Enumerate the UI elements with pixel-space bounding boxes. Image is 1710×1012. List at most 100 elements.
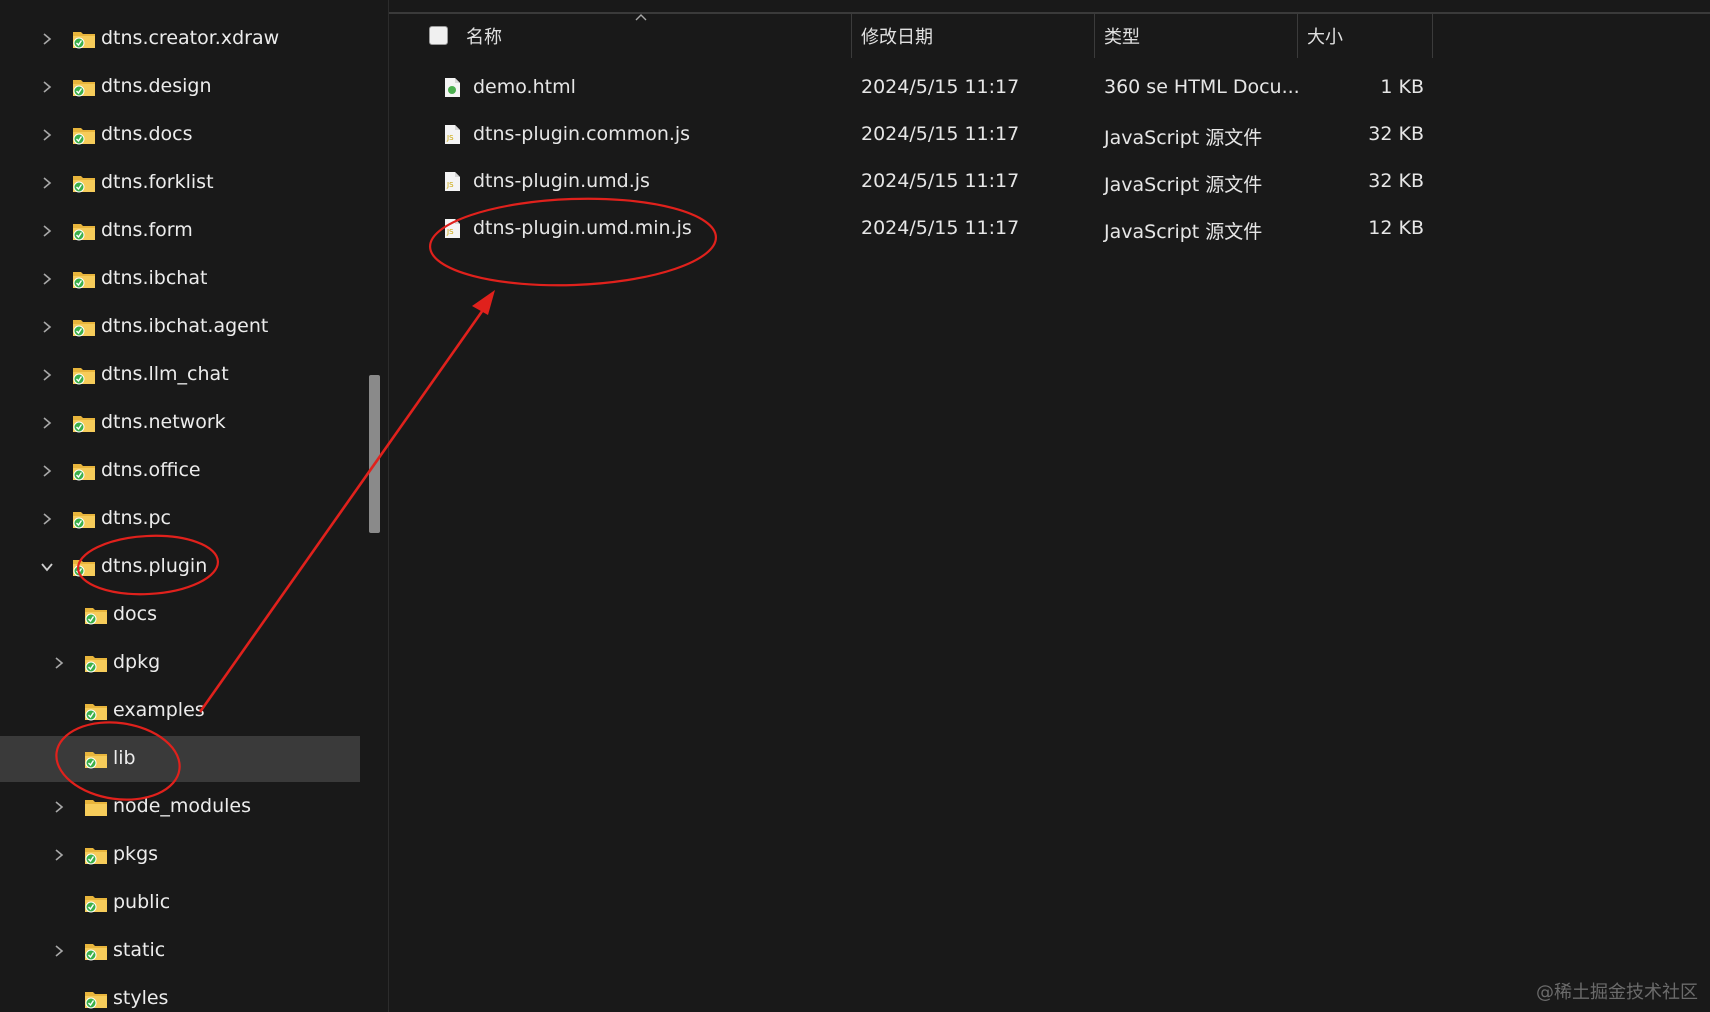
select-all-checkbox[interactable] bbox=[429, 26, 448, 45]
sidebar-item-label: dtns.ibchat bbox=[101, 267, 208, 289]
sidebar-item-dtns-form[interactable]: dtns.form bbox=[0, 208, 360, 254]
chevron-right-icon[interactable] bbox=[37, 77, 57, 97]
sidebar-item-public[interactable]: public bbox=[0, 880, 360, 926]
synced-folder-icon bbox=[72, 365, 96, 385]
file-row[interactable]: JS dtns-plugin.umd.min.js 2024/5/15 11:17 J… bbox=[389, 206, 1439, 253]
sidebar-item-label: dtns.docs bbox=[101, 123, 193, 145]
chevron-right-icon[interactable] bbox=[49, 653, 69, 673]
file-size: 32 KB bbox=[1368, 170, 1424, 192]
sidebar-item-label: dtns.llm_chat bbox=[101, 363, 229, 385]
chevron-right-icon[interactable] bbox=[37, 317, 57, 337]
file-size: 1 KB bbox=[1380, 76, 1424, 98]
chevron-right-icon[interactable] bbox=[49, 941, 69, 961]
column-separator[interactable] bbox=[1297, 14, 1298, 58]
sidebar-item-dtns-plugin[interactable]: dtns.plugin bbox=[0, 544, 360, 590]
synced-folder-icon bbox=[72, 77, 96, 97]
sidebar-item-static[interactable]: static bbox=[0, 928, 360, 974]
sidebar-item-label: pkgs bbox=[113, 843, 159, 865]
column-header-type[interactable]: 类型 bbox=[1104, 14, 1140, 58]
file-name: dtns-plugin.common.js bbox=[473, 123, 691, 145]
synced-folder-icon bbox=[84, 989, 108, 1009]
chevron-right-icon[interactable] bbox=[49, 845, 69, 865]
sidebar-item-dtns-ibchat-agent[interactable]: dtns.ibchat.agent bbox=[0, 304, 360, 350]
column-header-name[interactable]: 名称 bbox=[466, 14, 502, 58]
svg-text:JS: JS bbox=[446, 228, 454, 236]
synced-folder-icon bbox=[72, 317, 96, 337]
sidebar-item-label: dtns.ibchat.agent bbox=[101, 315, 269, 337]
column-header-size-label: 大小 bbox=[1307, 27, 1343, 48]
chevron-right-icon[interactable] bbox=[37, 413, 57, 433]
synced-folder-icon bbox=[84, 653, 108, 673]
sidebar-item-dtns-pc[interactable]: dtns.pc bbox=[0, 496, 360, 542]
sidebar-item-dtns-forklist[interactable]: dtns.forklist bbox=[0, 160, 360, 206]
sidebar-item-dtns-llm-chat[interactable]: dtns.llm_chat bbox=[0, 352, 360, 398]
sidebar-item-label: dtns.forklist bbox=[101, 171, 214, 193]
file-modified-date: 2024/5/15 11:17 bbox=[861, 123, 1020, 145]
synced-folder-icon bbox=[84, 893, 108, 913]
sidebar-item-dtns-docs[interactable]: dtns.docs bbox=[0, 112, 360, 158]
sidebar-item-docs[interactable]: docs bbox=[0, 592, 360, 638]
sidebar-item-label: styles bbox=[113, 987, 169, 1009]
column-header-date[interactable]: 修改日期 bbox=[861, 14, 933, 58]
column-separator[interactable] bbox=[1094, 14, 1095, 58]
sidebar-item-lib[interactable]: lib bbox=[0, 736, 360, 782]
sidebar-item-label: dpkg bbox=[113, 651, 161, 673]
synced-folder-icon bbox=[72, 125, 96, 145]
sidebar-item-label: dtns.network bbox=[101, 411, 226, 433]
synced-folder-icon bbox=[84, 605, 108, 625]
sidebar-item-label: dtns.form bbox=[101, 219, 193, 241]
sidebar-item-dtns-office[interactable]: dtns.office bbox=[0, 448, 360, 494]
sidebar-item-pkgs[interactable]: pkgs bbox=[0, 832, 360, 878]
sidebar-item-label: dtns.plugin bbox=[101, 555, 208, 577]
column-header-size[interactable]: 大小 bbox=[1307, 14, 1343, 58]
navigation-pane: dtns.creator.xdraw dtns.design dtns.docs dt… bbox=[0, 0, 389, 1012]
sidebar-item-label: examples bbox=[113, 699, 205, 721]
sidebar-item-dpkg[interactable]: dpkg bbox=[0, 640, 360, 686]
file-type: JavaScript 源文件 bbox=[1104, 221, 1263, 243]
chevron-right-icon[interactable] bbox=[37, 173, 57, 193]
file-name: dtns-plugin.umd.js bbox=[473, 170, 650, 192]
column-header-date-label: 修改日期 bbox=[861, 27, 933, 48]
sidebar-item-label: dtns.creator.xdraw bbox=[101, 27, 280, 49]
file-size: 12 KB bbox=[1368, 217, 1424, 239]
sidebar-item-dtns-design[interactable]: dtns.design bbox=[0, 64, 360, 110]
sidebar-item-label: dtns.pc bbox=[101, 507, 171, 529]
column-header-type-label: 类型 bbox=[1104, 27, 1140, 48]
file-name: demo.html bbox=[473, 76, 576, 98]
svg-text:JS: JS bbox=[446, 134, 454, 142]
chevron-right-icon[interactable] bbox=[37, 125, 57, 145]
file-size: 32 KB bbox=[1368, 123, 1424, 145]
chevron-down-icon[interactable] bbox=[37, 557, 57, 577]
js-file-icon: JS bbox=[444, 171, 461, 192]
chevron-right-icon[interactable] bbox=[37, 461, 57, 481]
file-type: JavaScript 源文件 bbox=[1104, 174, 1263, 196]
file-type: 360 se HTML Docu... bbox=[1104, 76, 1300, 98]
chevron-right-icon[interactable] bbox=[37, 269, 57, 289]
sidebar-item-node-modules[interactable]: node_modules bbox=[0, 784, 360, 830]
chevron-right-icon[interactable] bbox=[37, 509, 57, 529]
sidebar-item-examples[interactable]: examples bbox=[0, 688, 360, 734]
sidebar-item-label: docs bbox=[113, 603, 158, 625]
sidebar-scrollbar[interactable] bbox=[369, 375, 380, 533]
column-separator[interactable] bbox=[1432, 14, 1433, 58]
chevron-right-icon[interactable] bbox=[49, 797, 69, 817]
sidebar-item-dtns-ibchat[interactable]: dtns.ibchat bbox=[0, 256, 360, 302]
sidebar-item-dtns-network[interactable]: dtns.network bbox=[0, 400, 360, 446]
synced-folder-icon bbox=[84, 845, 108, 865]
file-name: dtns-plugin.umd.min.js bbox=[473, 217, 692, 239]
sidebar-item-styles[interactable]: styles bbox=[0, 976, 360, 1012]
sort-ascending-icon bbox=[635, 14, 647, 21]
file-row[interactable]: JS dtns-plugin.common.js 2024/5/15 11:17 Ja… bbox=[389, 112, 1439, 159]
column-separator[interactable] bbox=[851, 14, 852, 58]
sidebar-item-label: public bbox=[113, 891, 171, 913]
watermark: @稀土掘金技术社区 bbox=[1536, 982, 1698, 1003]
synced-folder-icon bbox=[72, 221, 96, 241]
file-row[interactable]: JS dtns-plugin.umd.js 2024/5/15 11:17 JavaS… bbox=[389, 159, 1439, 206]
chevron-right-icon[interactable] bbox=[37, 365, 57, 385]
synced-folder-icon bbox=[72, 173, 96, 193]
file-modified-date: 2024/5/15 11:17 bbox=[861, 217, 1020, 239]
file-row[interactable]: demo.html 2024/5/15 11:17 360 se HTML Docu… bbox=[389, 65, 1439, 112]
chevron-right-icon[interactable] bbox=[37, 221, 57, 241]
sidebar-item-dtns-creator-xdraw[interactable]: dtns.creator.xdraw bbox=[0, 16, 360, 62]
chevron-right-icon[interactable] bbox=[37, 29, 57, 49]
